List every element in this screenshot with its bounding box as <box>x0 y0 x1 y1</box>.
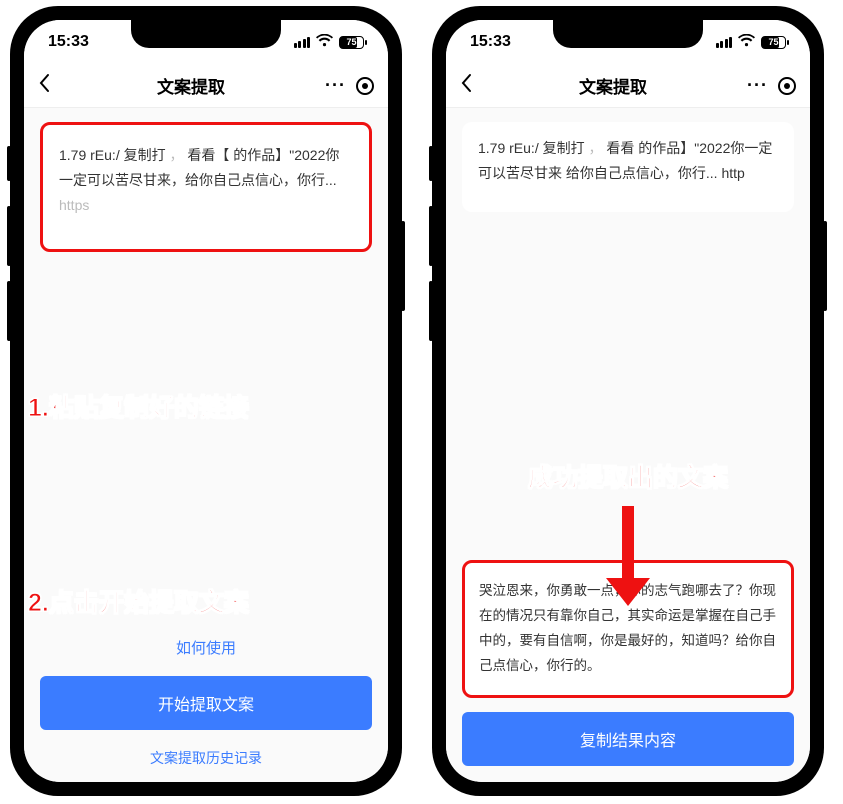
copy-result-button[interactable]: 复制结果内容 <box>462 712 794 766</box>
nav-actions: ··· <box>736 75 796 96</box>
page-title: 文案提取 <box>157 73 225 98</box>
status-right: 75 <box>294 34 365 51</box>
notch <box>553 20 703 48</box>
start-extract-button[interactable]: 开始提取文案 <box>40 676 372 730</box>
target-icon[interactable] <box>356 77 374 95</box>
nav-actions: ··· <box>314 75 374 96</box>
screen-left: 15:33 75 文案提取 ··· <box>24 20 388 782</box>
page-title: 文案提取 <box>579 73 647 98</box>
annotation-success: 成功提取出的文案 <box>528 458 728 494</box>
input-text-faded: ， <box>166 147 184 163</box>
input-url: https <box>59 197 89 213</box>
arrow-down-icon <box>603 506 653 606</box>
volume-up <box>429 206 433 266</box>
input-text-mid: 看看【 <box>183 147 229 163</box>
signal-icon <box>716 37 733 48</box>
wifi-icon <box>316 34 333 51</box>
input-text-a: 1.79 rEu:/ 复制打 <box>478 140 585 156</box>
screen-right: 15:33 75 文案提取 ··· <box>446 20 810 782</box>
volume-down <box>429 281 433 341</box>
phone-left: 15:33 75 文案提取 ··· <box>10 6 402 796</box>
link-input-card[interactable]: 1.79 rEu:/ 复制打 ， 看看【 的作品】"2022你一定可以苦尽甘来，… <box>40 122 372 252</box>
nav-bar: 文案提取 ··· <box>24 64 388 108</box>
how-to-link[interactable]: 如何使用 <box>40 625 372 670</box>
battery-icon: 75 <box>761 36 786 49</box>
back-button[interactable] <box>38 73 68 99</box>
content-left: 1.79 rEu:/ 复制打 ， 看看【 的作品】"2022你一定可以苦尽甘来，… <box>24 108 388 782</box>
input-faded: ， <box>585 140 603 156</box>
input-text-a: 1.79 rEu:/ 复制打 <box>59 147 166 163</box>
wifi-icon <box>738 34 755 51</box>
status-right: 75 <box>716 34 787 51</box>
status-time: 15:33 <box>470 33 511 51</box>
battery-icon: 75 <box>339 36 364 49</box>
more-icon[interactable]: ··· <box>747 75 768 96</box>
link-input-card[interactable]: 1.79 rEu:/ 复制打 ， 看看 的作品】"2022你一定可以苦尽甘来 给… <box>462 122 794 212</box>
signal-icon <box>294 37 311 48</box>
volume-up <box>7 206 11 266</box>
history-link[interactable]: 文案提取历史记录 <box>40 736 372 772</box>
more-icon[interactable]: ··· <box>325 75 346 96</box>
target-icon[interactable] <box>778 77 796 95</box>
back-button[interactable] <box>460 73 490 99</box>
nav-bar: 文案提取 ··· <box>446 64 810 108</box>
annotation-step1: 1.粘贴复制好的链接 <box>28 388 249 424</box>
phone-right: 15:33 75 文案提取 ··· <box>432 6 824 796</box>
power-button <box>823 221 827 311</box>
notch <box>131 20 281 48</box>
side-button <box>7 146 11 181</box>
side-button <box>429 146 433 181</box>
volume-down <box>7 281 11 341</box>
input-text-b: 看看 <box>602 140 634 156</box>
status-time: 15:33 <box>48 33 89 51</box>
annotation-step2: 2.点击开始提取文案 <box>28 583 249 619</box>
power-button <box>401 221 405 311</box>
content-right: 1.79 rEu:/ 复制打 ， 看看 的作品】"2022你一定可以苦尽甘来 给… <box>446 108 810 782</box>
